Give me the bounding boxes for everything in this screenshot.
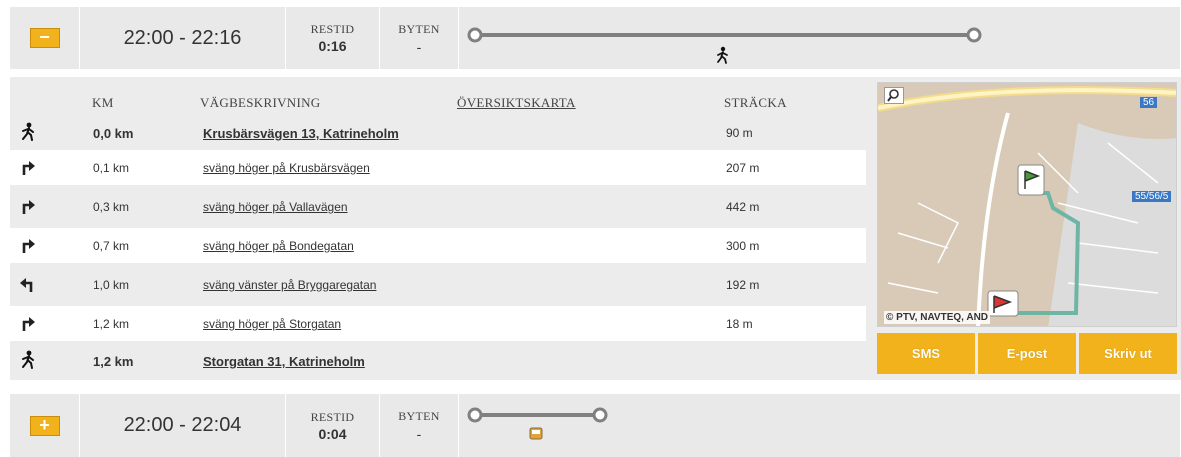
- row-km: 1,0 km: [93, 278, 130, 292]
- timeline-graphic: [467, 407, 608, 440]
- byten-cell: BYTEN -: [380, 394, 459, 457]
- magnifier-icon[interactable]: [884, 87, 904, 104]
- table-row: 0,1 km sväng höger på Krusbärsvägen 207 …: [10, 150, 866, 185]
- road-label: 56: [1140, 97, 1158, 108]
- action-buttons: SMS E-post Skriv ut: [877, 333, 1177, 374]
- row-description[interactable]: sväng vänster på Bryggaregatan: [203, 278, 376, 292]
- timeline: [459, 7, 1181, 69]
- byten-label: BYTEN: [398, 21, 440, 36]
- collapse-button[interactable]: −: [29, 28, 60, 48]
- toggle-cell: −: [10, 7, 80, 69]
- row-description[interactable]: sväng höger på Krusbärsvägen: [203, 161, 370, 175]
- walk-icon: [717, 46, 728, 64]
- restid-cell: RESTID 0:04: [286, 394, 380, 457]
- byten-cell: BYTEN -: [380, 7, 459, 69]
- start-marker: [1017, 164, 1045, 196]
- trip-time: 22:00 - 22:04: [80, 394, 286, 457]
- road-label: 55/56/5: [1132, 191, 1172, 202]
- timeline-start-node: [467, 27, 483, 43]
- trip-header-2[interactable]: + 22:00 - 22:04 RESTID 0:04 BYTEN -: [10, 394, 1181, 457]
- walk-icon: [22, 350, 34, 369]
- print-button[interactable]: Skriv ut: [1079, 333, 1177, 374]
- restid-label: RESTID: [310, 22, 355, 36]
- toggle-cell: +: [10, 394, 80, 457]
- timeline-end-node: [966, 27, 982, 43]
- row-description[interactable]: Storgatan 31, Katrineholm: [203, 354, 365, 369]
- col-header-description: VÄGBESKRIVNING: [200, 95, 321, 110]
- row-km: 1,2 km: [93, 354, 134, 369]
- row-distance: 207 m: [726, 161, 760, 175]
- table-row: 0,3 km sväng höger på Vallavägen 442 m: [10, 189, 866, 224]
- restid-label: RESTID: [310, 409, 355, 424]
- byten-label: BYTEN: [398, 409, 440, 423]
- turn-right-icon: [22, 200, 35, 214]
- travel-planner-page: − 22:00 - 22:16 RESTID 0:16 BYTEN - KM V…: [0, 0, 1181, 457]
- restid-value: 0:04: [318, 425, 347, 442]
- trip-header-1[interactable]: − 22:00 - 22:16 RESTID 0:16 BYTEN -: [10, 7, 1181, 69]
- expand-button[interactable]: +: [29, 415, 60, 436]
- timeline-graphic: [467, 27, 982, 64]
- trip-time: 22:00 - 22:16: [80, 7, 286, 69]
- timeline-end-node: [592, 407, 608, 423]
- table-row: 1,2 km Storgatan 31, Katrineholm: [10, 343, 866, 378]
- trip-detail-panel: KM VÄGBESKRIVNING ÖVERSIKTSKARTA STRÄCKA…: [10, 77, 1181, 380]
- row-km: 0,1 km: [93, 161, 130, 175]
- row-km: 1,2 km: [93, 317, 130, 331]
- sms-button[interactable]: SMS: [877, 333, 975, 374]
- row-description[interactable]: sväng höger på Bondegatan: [203, 239, 354, 253]
- table-row: 1,0 km sväng vänster på Bryggaregatan 19…: [10, 267, 866, 302]
- byten-value: -: [416, 426, 422, 442]
- turn-right-icon: [22, 161, 35, 175]
- bus-icon: [529, 427, 543, 440]
- overview-map-link[interactable]: ÖVERSIKTSKARTA: [457, 95, 576, 111]
- turn-right-icon: [22, 239, 35, 253]
- email-button[interactable]: E-post: [978, 333, 1076, 374]
- row-description[interactable]: Krusbärsvägen 13, Katrineholm: [203, 126, 399, 141]
- route-map[interactable]: 56 55/56/5 © PTV, NAVTEQ, AND: [877, 82, 1177, 327]
- row-km: 0,0 km: [93, 126, 134, 141]
- row-distance: 192 m: [726, 278, 760, 292]
- row-distance: 90 m: [726, 126, 753, 140]
- row-distance: 18 m: [726, 317, 753, 331]
- table-row: 0,7 km sväng höger på Bondegatan 300 m: [10, 228, 866, 263]
- row-distance: 442 m: [726, 200, 760, 214]
- restid-value: 0:16: [318, 38, 347, 54]
- map-copyright: © PTV, NAVTEQ, AND: [884, 311, 991, 324]
- table-row: 0,0 km Krusbärsvägen 13, Katrineholm 90 …: [10, 115, 866, 150]
- map-graphic: [878, 83, 1176, 326]
- row-description[interactable]: sväng höger på Storgatan: [203, 317, 341, 331]
- timeline: [459, 394, 1181, 457]
- restid-cell: RESTID 0:16: [286, 7, 380, 69]
- row-km: 0,7 km: [93, 239, 130, 253]
- row-description[interactable]: sväng höger på Vallavägen: [203, 200, 348, 214]
- timeline-start-node: [467, 407, 483, 423]
- byten-value: -: [416, 38, 422, 55]
- table-row: 1,2 km sväng höger på Storgatan 18 m: [10, 306, 866, 341]
- turn-left-icon: [20, 278, 33, 292]
- turn-right-icon: [22, 317, 35, 331]
- row-distance: 300 m: [726, 239, 760, 253]
- walk-icon: [22, 122, 34, 141]
- row-km: 0,3 km: [93, 200, 130, 214]
- col-header-km: KM: [92, 95, 114, 110]
- col-header-distance: STRÄCKA: [724, 95, 787, 110]
